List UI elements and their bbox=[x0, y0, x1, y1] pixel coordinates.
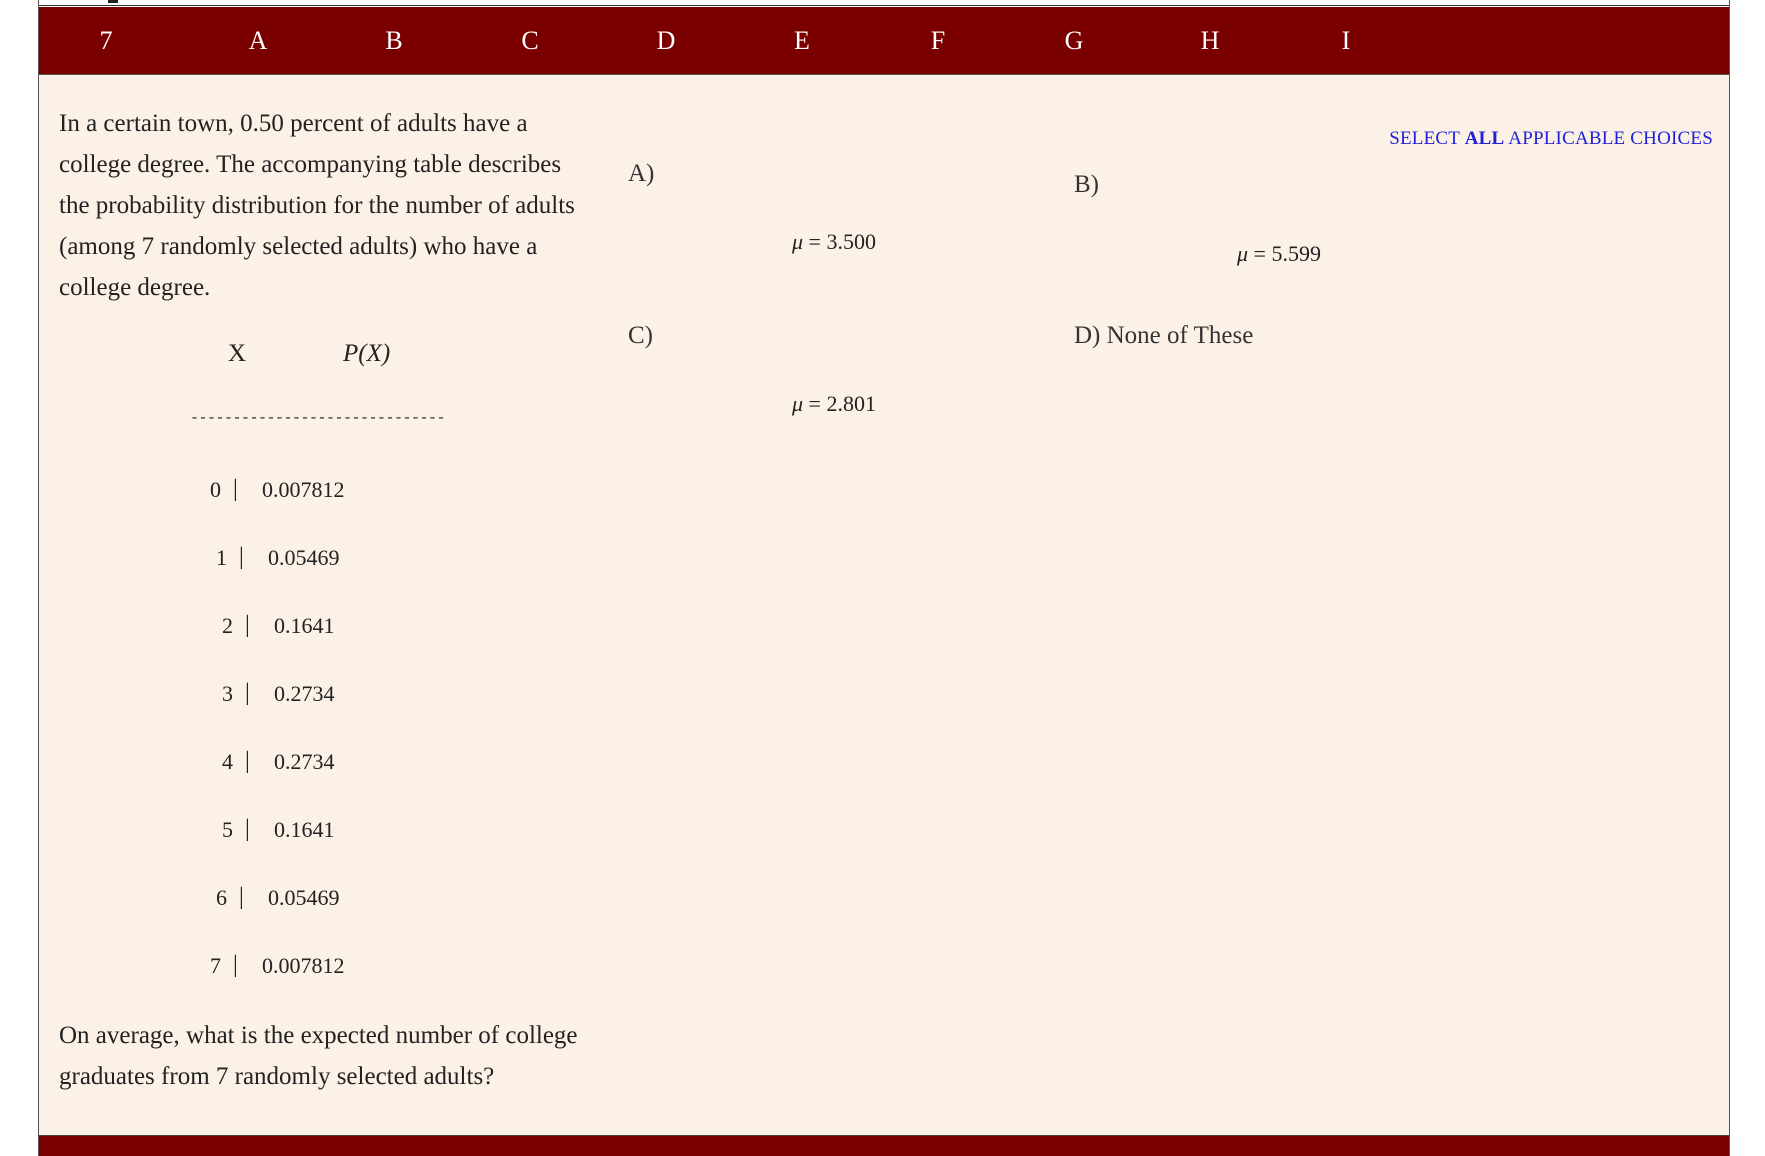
page-frame bbox=[38, 0, 1730, 1156]
